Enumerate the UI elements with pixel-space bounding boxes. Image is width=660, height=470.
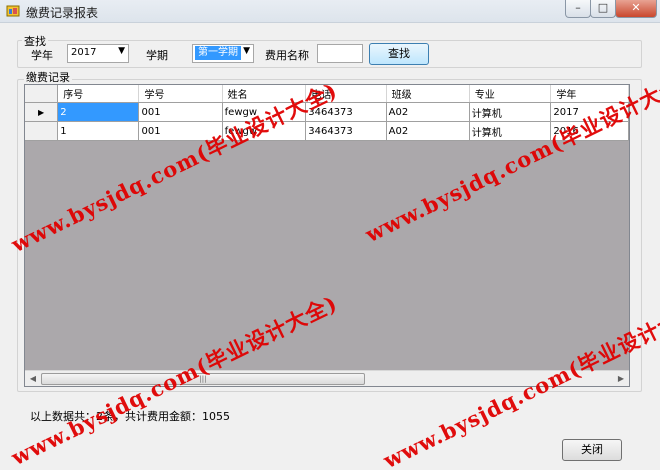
table-cell[interactable]: A02 xyxy=(386,102,470,122)
title-bar[interactable]: 缴费记录报表 – □ ✕ xyxy=(0,0,660,23)
column-header[interactable]: 班级 xyxy=(386,85,470,103)
scroll-right-icon[interactable]: ▶ xyxy=(614,372,628,385)
row-header-corner xyxy=(25,85,59,103)
term-select-value: 第一学期 xyxy=(195,46,241,60)
term-label: 学期 xyxy=(146,49,168,62)
search-button[interactable]: 查找 xyxy=(369,43,429,65)
records-grid[interactable]: 序号 学号 姓名 电话 班级 专业 学年 ▶ 2 001 fewgw 34643… xyxy=(24,84,630,387)
column-header[interactable]: 专业 xyxy=(469,85,552,103)
minimize-button[interactable]: – xyxy=(565,0,591,18)
table-cell[interactable]: 计算机 xyxy=(469,102,552,122)
close-button[interactable]: 关闭 xyxy=(562,439,622,461)
window-title: 缴费记录报表 xyxy=(26,6,99,20)
table-cell[interactable]: 001 xyxy=(138,102,223,122)
year-select-value: 2017 xyxy=(71,47,97,58)
chevron-down-icon: ▼ xyxy=(243,46,250,56)
current-row-arrow-icon[interactable]: ▶ xyxy=(25,102,59,122)
app-icon xyxy=(6,5,20,17)
year-label: 学年 xyxy=(31,49,53,62)
close-window-button[interactable]: ✕ xyxy=(615,0,657,18)
chevron-down-icon: ▼ xyxy=(118,46,125,56)
column-header[interactable]: 学号 xyxy=(138,85,223,103)
scroll-left-icon[interactable]: ◀ xyxy=(26,372,40,385)
fee-name-label: 费用名称 xyxy=(265,49,309,62)
report-window: 缴费记录报表 – □ ✕ 查找 学年 2017 ▼ 学期 第一学期 ▼ 费用名称… xyxy=(0,0,660,470)
maximize-button[interactable]: □ xyxy=(590,0,616,18)
column-header[interactable]: 序号 xyxy=(57,85,140,103)
table-cell[interactable]: 1 xyxy=(57,121,140,141)
year-select[interactable]: 2017 ▼ xyxy=(67,44,129,63)
term-select[interactable]: 第一学期 ▼ xyxy=(192,44,254,63)
row-header[interactable] xyxy=(25,121,59,141)
records-group-label: 缴费记录 xyxy=(24,69,72,85)
table-cell[interactable]: A02 xyxy=(386,121,470,141)
table-cell[interactable]: 3464373 xyxy=(305,121,387,141)
fee-name-input[interactable] xyxy=(317,44,363,63)
table-cell[interactable]: 2 xyxy=(57,102,140,122)
